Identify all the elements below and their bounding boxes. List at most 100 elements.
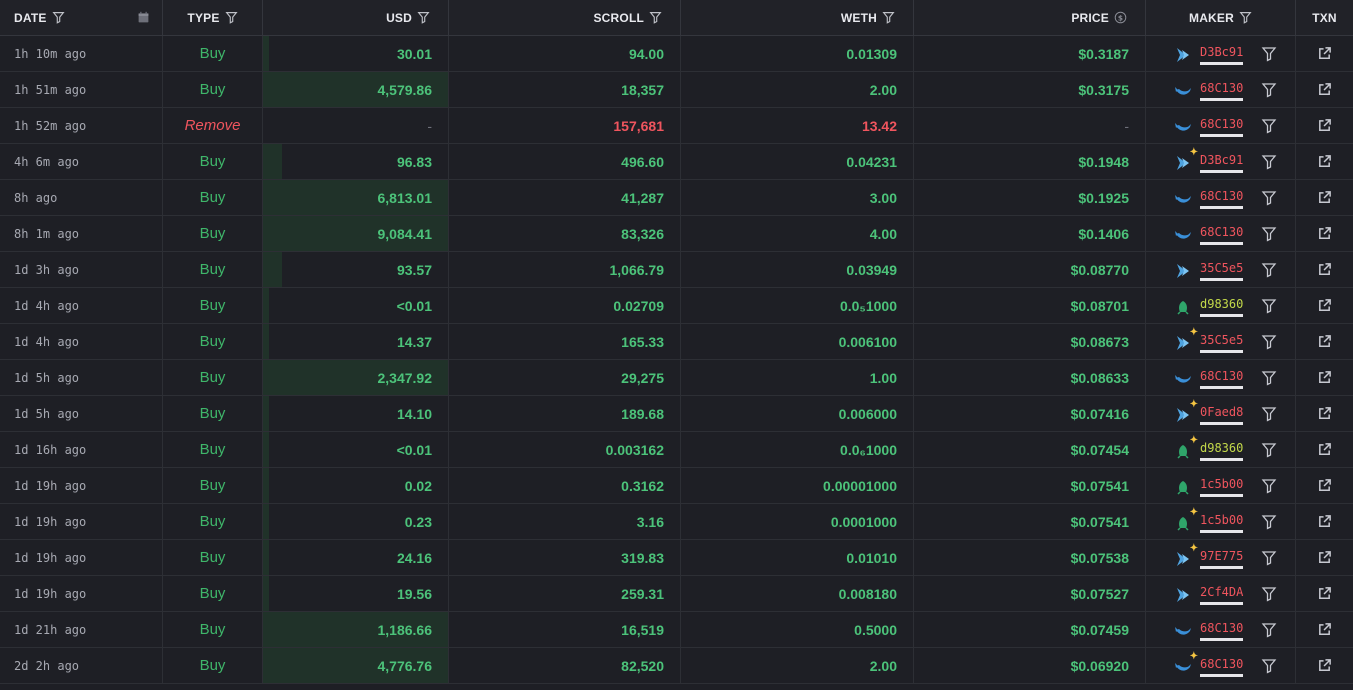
- external-link-icon[interactable]: [1317, 226, 1332, 241]
- external-link-icon[interactable]: [1317, 46, 1332, 61]
- maker-address[interactable]: d98360: [1200, 441, 1244, 461]
- usd-cell: 1,186.66: [263, 612, 449, 647]
- maker-address[interactable]: 1c5b00: [1200, 513, 1244, 533]
- maker-address[interactable]: 0Faed8: [1200, 405, 1244, 425]
- filter-icon[interactable]: [649, 11, 662, 24]
- external-link-icon[interactable]: [1317, 478, 1332, 493]
- table-row[interactable]: 1h 52m ago Remove - 157,681 13.42 - 68C1…: [0, 108, 1353, 144]
- external-link-icon[interactable]: [1317, 190, 1332, 205]
- table-row[interactable]: 1d 4h ago Buy <0.01 0.02709 0.0₅1000 $0.…: [0, 288, 1353, 324]
- table-row[interactable]: 1d 21h ago Buy 1,186.66 16,519 0.5000 $0…: [0, 612, 1353, 648]
- header-type[interactable]: TYPE: [163, 0, 263, 35]
- maker-address[interactable]: 68C130: [1200, 189, 1244, 209]
- header-scroll[interactable]: SCROLL: [449, 0, 681, 35]
- table-row[interactable]: 1d 16h ago Buy <0.01 0.003162 0.0₆1000 $…: [0, 432, 1353, 468]
- external-link-icon[interactable]: [1317, 82, 1332, 97]
- maker-address[interactable]: D3Bc91: [1200, 45, 1244, 65]
- maker-address[interactable]: 68C130: [1200, 225, 1244, 245]
- maker-address[interactable]: 68C130: [1200, 81, 1244, 101]
- external-link-icon[interactable]: [1317, 118, 1332, 133]
- filter-maker-icon[interactable]: [1261, 514, 1277, 530]
- maker-address[interactable]: 35C5e5: [1200, 261, 1244, 281]
- weth-amount: 2.00: [869, 81, 897, 98]
- filter-maker-icon[interactable]: [1261, 622, 1277, 638]
- filter-maker-icon[interactable]: [1261, 478, 1277, 494]
- header-price[interactable]: PRICE $: [914, 0, 1146, 35]
- price-value: $0.08633: [1070, 369, 1129, 386]
- filter-icon[interactable]: [1239, 11, 1252, 24]
- filter-maker-icon[interactable]: [1261, 298, 1277, 314]
- header-weth[interactable]: WETH: [681, 0, 914, 35]
- maker-address[interactable]: d98360: [1200, 297, 1244, 317]
- table-row[interactable]: 1d 5h ago Buy 14.10 189.68 0.006000 $0.0…: [0, 396, 1353, 432]
- scroll-cell: 29,275: [449, 360, 681, 395]
- filter-maker-icon[interactable]: [1261, 82, 1277, 98]
- external-link-icon[interactable]: [1317, 442, 1332, 457]
- maker-address[interactable]: 97E775: [1200, 549, 1244, 569]
- table-row[interactable]: 1d 19h ago Buy 0.02 0.3162 0.00001000 $0…: [0, 468, 1353, 504]
- filter-maker-icon[interactable]: [1261, 190, 1277, 206]
- table-row[interactable]: 1d 19h ago Buy 0.23 3.16 0.0001000 $0.07…: [0, 504, 1353, 540]
- maker-address[interactable]: 1c5b00: [1200, 477, 1244, 497]
- filter-maker-icon[interactable]: [1261, 154, 1277, 170]
- weth-cell: 0.006100: [681, 324, 914, 359]
- header-maker[interactable]: MAKER: [1146, 0, 1296, 35]
- price-value: $0.08701: [1070, 297, 1129, 314]
- external-link-icon[interactable]: [1317, 586, 1332, 601]
- maker-address[interactable]: 35C5e5: [1200, 333, 1244, 353]
- header-date[interactable]: DATE: [0, 0, 163, 35]
- external-link-icon[interactable]: [1317, 298, 1332, 313]
- filter-maker-icon[interactable]: [1261, 46, 1277, 62]
- header-usd[interactable]: USD: [263, 0, 449, 35]
- external-link-icon[interactable]: [1317, 658, 1332, 673]
- external-link-icon[interactable]: [1317, 622, 1332, 637]
- filter-maker-icon[interactable]: [1261, 550, 1277, 566]
- price-value: $0.07538: [1070, 549, 1129, 566]
- external-link-icon[interactable]: [1317, 370, 1332, 385]
- filter-maker-icon[interactable]: [1261, 406, 1277, 422]
- type-cell: Buy: [163, 504, 263, 539]
- filter-maker-icon[interactable]: [1261, 334, 1277, 350]
- filter-icon[interactable]: [417, 11, 430, 24]
- filter-maker-icon[interactable]: [1261, 370, 1277, 386]
- external-link-icon[interactable]: [1317, 154, 1332, 169]
- filter-maker-icon[interactable]: [1261, 658, 1277, 674]
- external-link-icon[interactable]: [1317, 514, 1332, 529]
- table-row[interactable]: 2d 2h ago Buy 4,776.76 82,520 2.00 $0.06…: [0, 648, 1353, 684]
- table-row[interactable]: 8h 1m ago Buy 9,084.41 83,326 4.00 $0.14…: [0, 216, 1353, 252]
- table-row[interactable]: 8h ago Buy 6,813.01 41,287 3.00 $0.1925 …: [0, 180, 1353, 216]
- external-link-icon[interactable]: [1317, 406, 1332, 421]
- price-value: $0.3175: [1078, 81, 1129, 98]
- filter-maker-icon[interactable]: [1261, 262, 1277, 278]
- maker-address[interactable]: 68C130: [1200, 657, 1244, 677]
- external-link-icon[interactable]: [1317, 550, 1332, 565]
- maker-address[interactable]: 2Cf4DA: [1200, 585, 1244, 605]
- table-row[interactable]: 1d 3h ago Buy 93.57 1,066.79 0.03949 $0.…: [0, 252, 1353, 288]
- filter-icon[interactable]: [882, 11, 895, 24]
- table-row[interactable]: 1h 51m ago Buy 4,579.86 18,357 2.00 $0.3…: [0, 72, 1353, 108]
- filter-maker-icon[interactable]: [1261, 226, 1277, 242]
- price-value: $0.3187: [1078, 45, 1129, 62]
- header-scroll-label: SCROLL: [593, 10, 644, 25]
- weth-amount: 0.01010: [846, 549, 897, 566]
- filter-maker-icon[interactable]: [1261, 118, 1277, 134]
- table-row[interactable]: 1d 5h ago Buy 2,347.92 29,275 1.00 $0.08…: [0, 360, 1353, 396]
- external-link-icon[interactable]: [1317, 262, 1332, 277]
- table-row[interactable]: 1d 4h ago Buy 14.37 165.33 0.006100 $0.0…: [0, 324, 1353, 360]
- maker-address[interactable]: D3Bc91: [1200, 153, 1244, 173]
- external-link-icon[interactable]: [1317, 334, 1332, 349]
- calendar-icon[interactable]: [137, 11, 150, 24]
- table-row[interactable]: 1d 19h ago Buy 19.56 259.31 0.008180 $0.…: [0, 576, 1353, 612]
- maker-address[interactable]: 68C130: [1200, 369, 1244, 389]
- table-row[interactable]: 1h 10m ago Buy 30.01 94.00 0.01309 $0.31…: [0, 36, 1353, 72]
- filter-icon[interactable]: [52, 11, 65, 24]
- txn-cell: [1296, 180, 1353, 215]
- filter-maker-icon[interactable]: [1261, 442, 1277, 458]
- filter-icon[interactable]: [225, 11, 238, 24]
- table-row[interactable]: 1d 19h ago Buy 24.16 319.83 0.01010 $0.0…: [0, 540, 1353, 576]
- filter-maker-icon[interactable]: [1261, 586, 1277, 602]
- table-row[interactable]: 4h 6m ago Buy 96.83 496.60 0.04231 $0.19…: [0, 144, 1353, 180]
- dollar-toggle-icon[interactable]: $: [1114, 11, 1127, 24]
- maker-address[interactable]: 68C130: [1200, 621, 1244, 641]
- maker-address[interactable]: 68C130: [1200, 117, 1244, 137]
